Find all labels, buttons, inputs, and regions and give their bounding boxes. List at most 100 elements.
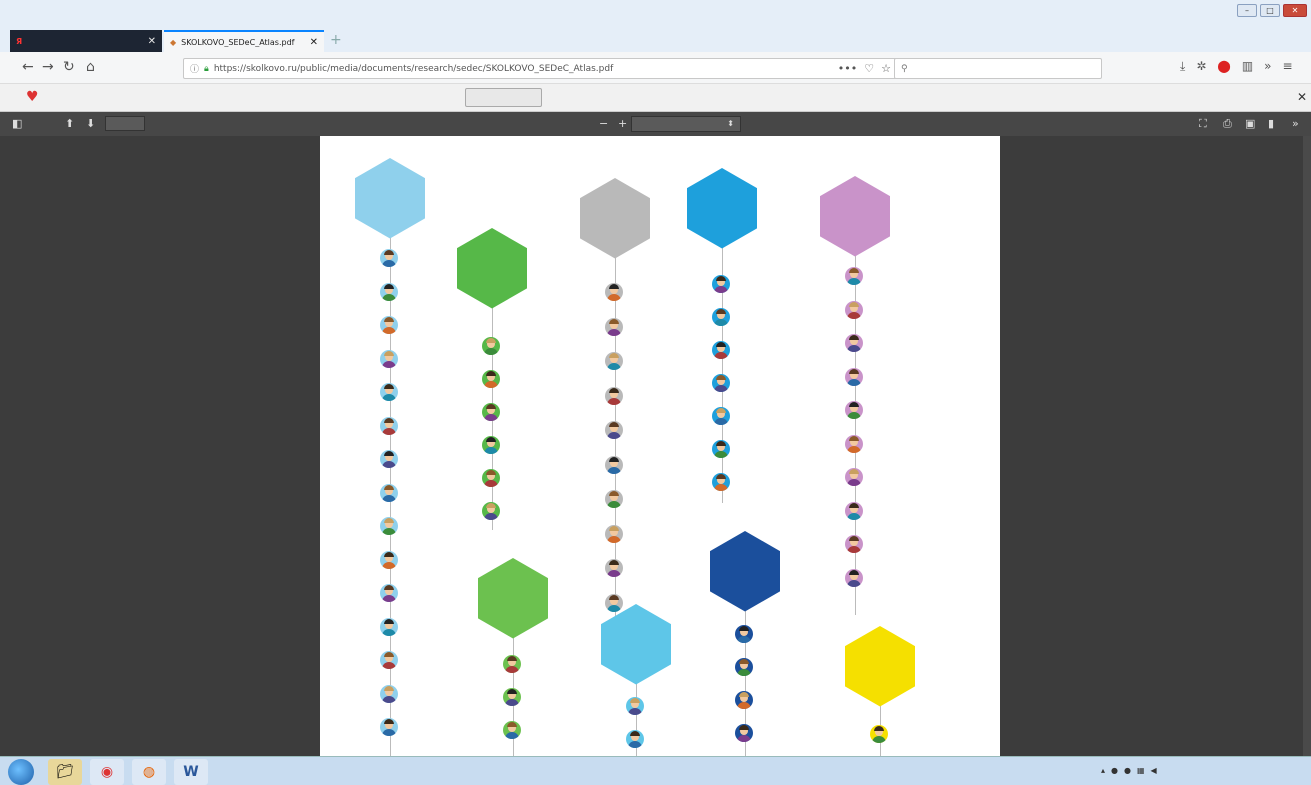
avatar-icon: [712, 374, 730, 392]
bookmark-icon[interactable]: ▮: [1268, 117, 1274, 130]
bookmark-star-icon[interactable]: ☆: [881, 62, 891, 75]
avatar-icon: [482, 403, 500, 421]
chrome-icon[interactable]: ◉: [90, 759, 124, 785]
avatar-icon: [626, 730, 644, 748]
maximize-button[interactable]: □: [1260, 4, 1280, 17]
tab-title: SKOLKOVO_SEDeC_Atlas.pdf: [181, 37, 295, 47]
profession-item: [845, 568, 868, 588]
avatar-icon: [735, 691, 753, 709]
vertical-scrollbar[interactable]: [1303, 136, 1311, 756]
tools-overflow-icon[interactable]: »: [1292, 117, 1299, 130]
profession-item: [380, 717, 403, 737]
profession-item: [845, 534, 868, 554]
search-bar: ⚲: [894, 58, 1102, 79]
avatar-icon: [482, 436, 500, 454]
zoom-out-icon[interactable]: −: [599, 117, 608, 130]
profession-item: [712, 340, 735, 360]
avatar-icon: [605, 559, 623, 577]
profession-item: [845, 467, 868, 487]
word-icon[interactable]: W: [174, 759, 208, 785]
sidebar-icon[interactable]: ▥: [1242, 59, 1253, 74]
overflow-menu-icon[interactable]: »: [1264, 59, 1271, 74]
avatar-icon: [605, 421, 623, 439]
new-tab-button[interactable]: +: [330, 32, 342, 48]
zoom-in-icon[interactable]: +: [618, 117, 627, 130]
network-icon[interactable]: ▦: [1137, 766, 1145, 775]
avatar-icon: [845, 501, 863, 520]
tray-app-icon[interactable]: ●: [1124, 766, 1131, 775]
update-now-button[interactable]: [465, 88, 542, 107]
zoom-select[interactable]: ⬍: [631, 116, 741, 132]
avatar-icon: [845, 468, 863, 486]
profession-item: [845, 333, 868, 353]
info-icon[interactable]: ⓘ: [190, 62, 199, 75]
profession-item: [605, 489, 628, 509]
pdf-toolbar: ◧ ⬆ ⬇ − + ⬍ ⛶ ⎙ ▣ ▮ »: [0, 112, 1311, 136]
page-actions-icon[interactable]: •••: [838, 62, 857, 75]
profession-item: [503, 687, 526, 707]
tab-atlas-pdf[interactable]: ◆ SKOLKOVO_SEDeC_Atlas.pdf ✕: [164, 30, 324, 52]
tray-arrow-icon[interactable]: ▴: [1101, 766, 1105, 775]
close-tab-icon[interactable]: ✕: [148, 36, 156, 47]
tab-strip: Я ✕ ◆ SKOLKOVO_SEDeC_Atlas.pdf ✕ +: [0, 30, 1311, 52]
minimize-button[interactable]: –: [1237, 4, 1257, 17]
avatar-icon: [605, 386, 623, 405]
file-explorer-icon[interactable]: 📁︎: [48, 759, 82, 785]
profession-item: [380, 550, 403, 570]
profession-item: [605, 282, 628, 302]
avatar-icon: [845, 300, 863, 319]
tab-yandex-search[interactable]: Я ✕: [10, 30, 162, 52]
print-icon[interactable]: ⎙: [1223, 117, 1232, 131]
download-pdf-icon[interactable]: ▣: [1245, 117, 1255, 130]
avatar-icon: [380, 483, 398, 502]
search-input[interactable]: [912, 63, 1083, 74]
avatar-icon: [845, 535, 863, 553]
profession-item: [712, 439, 735, 459]
adblock-icon[interactable]: ⬤: [1217, 59, 1230, 74]
pdf-favicon-icon: ◆: [170, 37, 177, 47]
home-button[interactable]: ⌂: [86, 59, 95, 75]
close-notification-icon[interactable]: ✕: [1297, 90, 1307, 104]
profession-item: [380, 583, 403, 603]
forward-button[interactable]: →: [42, 59, 54, 75]
windows-taskbar: 📁︎ ◉ ◍ W ▴ ● ● ▦ ◀: [0, 756, 1311, 785]
avatar-icon: [845, 401, 863, 419]
tray-app-icon[interactable]: ●: [1111, 766, 1118, 775]
lock-icon: 🔒︎: [204, 63, 209, 74]
avatar-icon: [380, 684, 398, 703]
profession-item: [845, 300, 868, 320]
profession-item: [380, 282, 403, 302]
category-hexagon: [355, 158, 425, 239]
profession-item: [845, 501, 868, 521]
avatar-icon: [380, 718, 398, 736]
avatar-icon: [712, 440, 730, 458]
reload-button[interactable]: ↻: [63, 59, 75, 75]
next-page-icon[interactable]: ⬇: [86, 117, 95, 130]
profession-item: [482, 336, 505, 356]
url-text[interactable]: https://skolkovo.ru/public/media/documen…: [214, 64, 833, 74]
toggle-sidebar-icon[interactable]: ◧: [12, 117, 22, 130]
close-tab-icon[interactable]: ✕: [310, 37, 318, 48]
volume-icon[interactable]: ◀: [1151, 766, 1157, 775]
pdf-page: [320, 136, 1000, 756]
address-bar[interactable]: ⓘ 🔒︎ https://skolkovo.ru/public/media/do…: [183, 58, 898, 79]
category-hexagon: [845, 626, 915, 707]
avatar-icon: [845, 267, 863, 285]
search-icon: ⚲: [901, 63, 908, 74]
profession-item: [735, 657, 758, 677]
avatar-icon: [482, 502, 500, 520]
close-window-button[interactable]: ✕: [1283, 4, 1307, 17]
extension-gear-icon[interactable]: ✲: [1196, 59, 1206, 74]
back-button[interactable]: ←: [22, 59, 34, 75]
downloads-icon[interactable]: ⤓: [1180, 59, 1185, 74]
page-number-input[interactable]: [105, 116, 145, 131]
firefox-icon[interactable]: ◍: [132, 759, 166, 785]
category-hexagon: [457, 228, 527, 309]
avatar-icon: [735, 724, 753, 742]
previous-page-icon[interactable]: ⬆: [65, 117, 74, 130]
presentation-mode-icon[interactable]: ⛶: [1199, 117, 1207, 131]
hamburger-menu-icon[interactable]: ≡: [1283, 59, 1293, 74]
avatar-icon: [380, 617, 398, 636]
pocket-icon[interactable]: ♡: [864, 62, 874, 75]
start-button[interactable]: [8, 759, 34, 785]
